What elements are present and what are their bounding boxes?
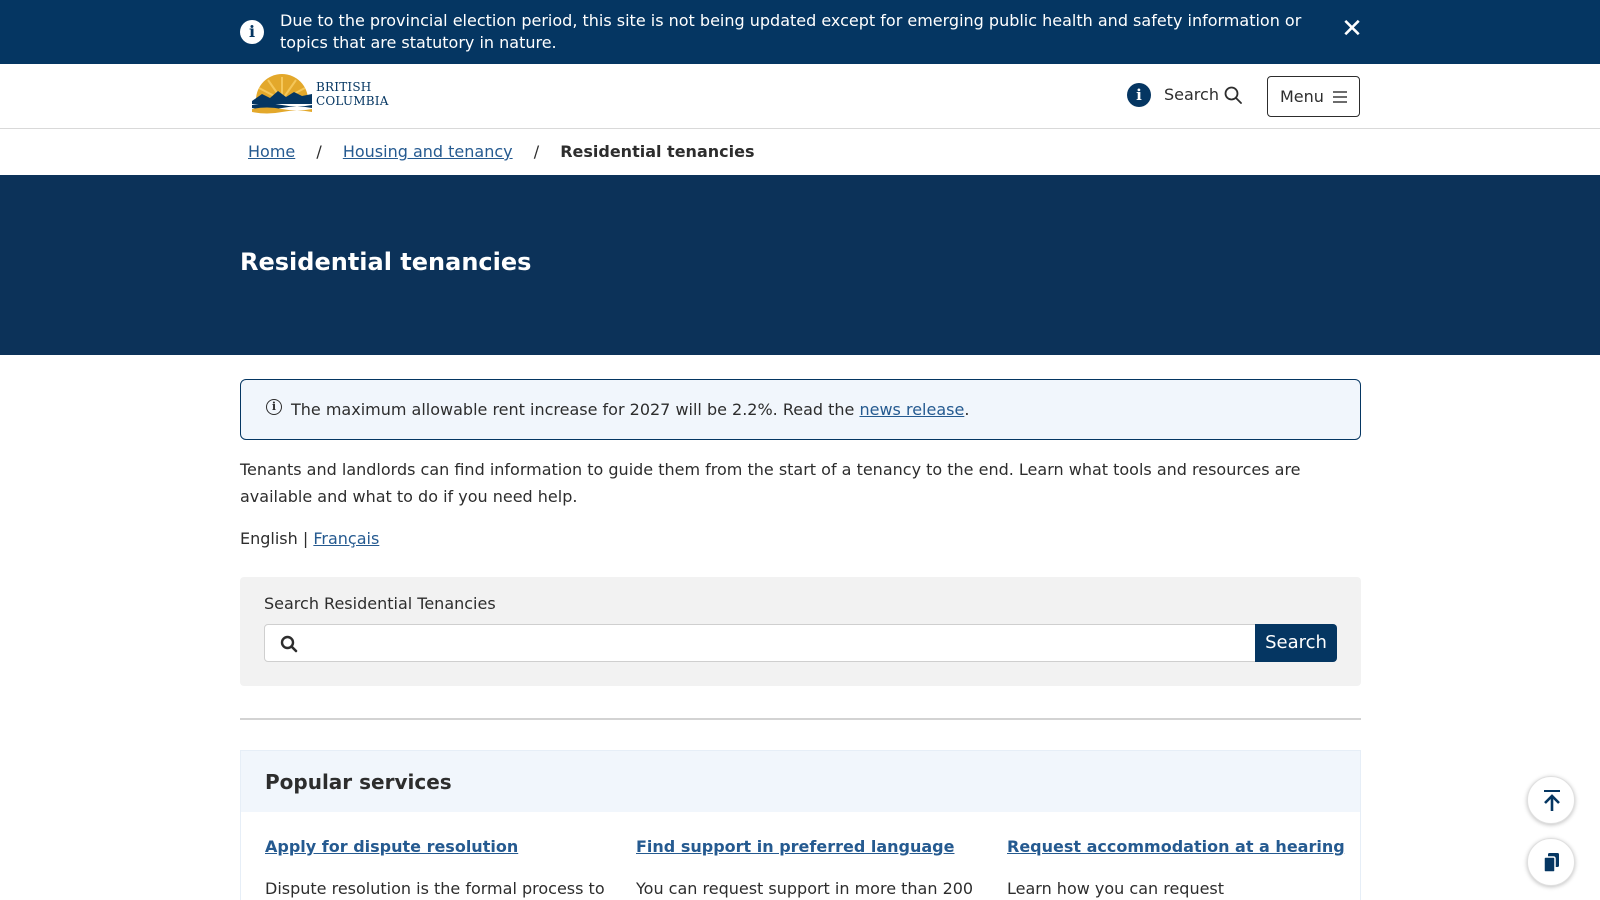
close-icon[interactable]: ✕ [1340, 16, 1364, 42]
notice-text-end: . [964, 400, 970, 419]
info-icon: i [266, 399, 282, 415]
search-input[interactable] [310, 625, 1250, 661]
notice-text: The maximum allowable rent increase for … [291, 398, 969, 422]
logo-line-1: British [316, 80, 372, 94]
rent-increase-notice: i The maximum allowable rent increase fo… [240, 379, 1361, 440]
alert-message: Due to the provincial election period, t… [280, 11, 1302, 52]
menu-button-label: Menu [1280, 87, 1324, 106]
language-french-link[interactable]: Français [313, 529, 379, 548]
service-description: Learn how you can request [1007, 879, 1225, 898]
bc-logo-icon [252, 74, 312, 114]
breadcrumb-housing[interactable]: Housing and tenancy [343, 140, 513, 164]
service-description: Dispute resolution is the formal process… [265, 879, 605, 898]
header-search-link[interactable]: Search [1164, 84, 1219, 106]
back-to-top-button[interactable] [1527, 776, 1575, 824]
back-to-top-icon [1544, 790, 1560, 811]
language-switcher: English | Français [240, 527, 379, 551]
popular-services-title: Popular services [265, 770, 452, 794]
logo-wordmark: British Columbia [316, 80, 389, 108]
service-card: Apply for dispute resolution Dispute res… [265, 836, 605, 900]
copy-icon [1543, 853, 1559, 873]
popular-services: Popular services Apply for dispute resol… [240, 750, 1361, 900]
breadcrumb-home[interactable]: Home [248, 140, 295, 164]
breadcrumb-separator: / [316, 142, 322, 161]
page-title: Residential tenancies [240, 248, 532, 276]
search-button[interactable]: Search [1255, 624, 1337, 662]
menu-button[interactable]: Menu [1267, 76, 1360, 117]
service-link-hearing-accommodation[interactable]: Request accommodation at a hearing [1007, 836, 1345, 858]
alert-banner: i Due to the provincial election period,… [0, 0, 1600, 64]
info-icon: i [240, 20, 264, 44]
news-release-link[interactable]: news release [859, 400, 964, 419]
search-field[interactable] [264, 624, 1257, 662]
copy-link-button[interactable] [1527, 838, 1575, 886]
hamburger-icon [1333, 91, 1347, 103]
search-icon [280, 635, 298, 653]
hero-banner: Residential tenancies [0, 175, 1600, 355]
breadcrumb-separator: / [533, 142, 540, 161]
popular-services-header: Popular services [241, 751, 1360, 812]
service-link-dispute-resolution[interactable]: Apply for dispute resolution [265, 836, 595, 858]
service-description: You can request support in more than 200 [636, 879, 974, 898]
breadcrumb: Home / Housing and tenancy / Residential… [248, 140, 754, 164]
breadcrumb-current: Residential tenancies [560, 142, 755, 161]
service-card: Request accommodation at a hearing Learn… [1007, 836, 1345, 900]
notice-text-start: The maximum allowable rent increase for … [291, 400, 860, 419]
language-current: English [240, 529, 298, 548]
intro-paragraph: Tenants and landlords can find informati… [240, 460, 1301, 506]
language-separator: | [302, 529, 309, 548]
tenancy-search-panel: Search Residential Tenancies Search [240, 577, 1361, 686]
logo-line-2: Columbia [316, 94, 389, 108]
section-divider [240, 718, 1361, 720]
site-header: British Columbia i Search Menu [0, 64, 1600, 129]
service-link-preferred-language[interactable]: Find support in preferred language [636, 836, 966, 858]
bc-logo[interactable]: British Columbia [252, 74, 389, 118]
search-icon[interactable] [1224, 86, 1242, 104]
service-card: Find support in preferred language You c… [636, 836, 974, 900]
info-icon[interactable]: i [1127, 83, 1151, 107]
search-label: Search Residential Tenancies [264, 594, 496, 613]
